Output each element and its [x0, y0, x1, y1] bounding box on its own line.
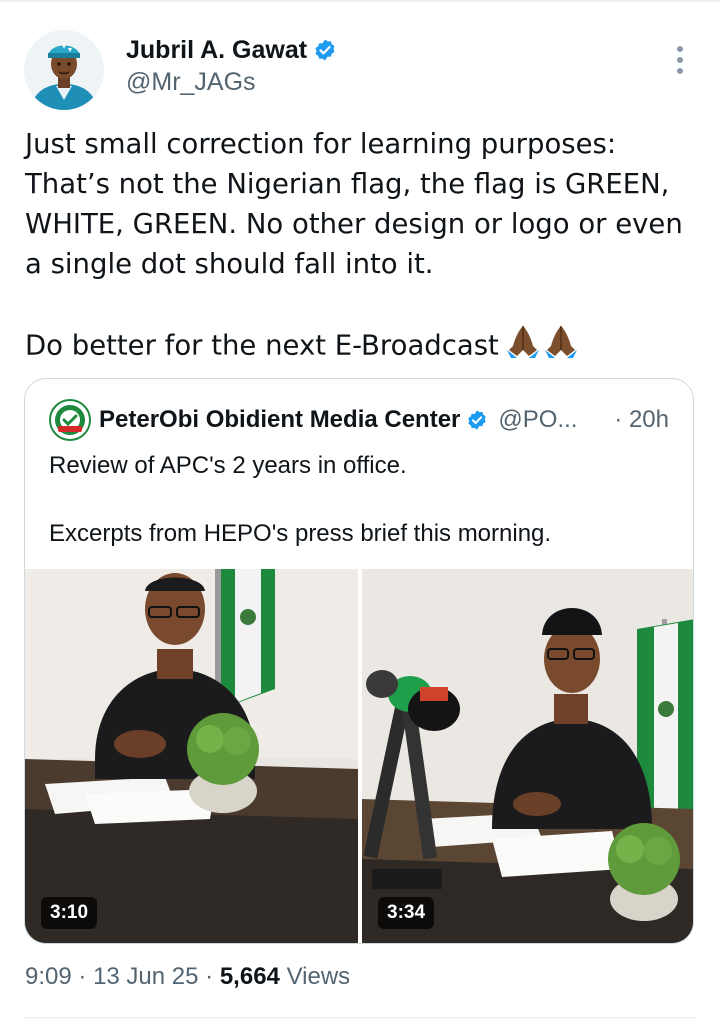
quoted-timestamp[interactable]: · 20h: [614, 403, 669, 437]
video-thumbnail-2[interactable]: 3:34: [362, 569, 693, 943]
video-duration-badge: 3:10: [41, 897, 98, 929]
author-name[interactable]: Jubril A. Gawat: [126, 34, 337, 66]
tweet-text: Just small correction for learning purpo…: [25, 124, 705, 369]
verified-badge-icon: [313, 38, 337, 62]
quoted-text: Review of APC's 2 years in office. Excer…: [49, 449, 669, 551]
tweet-container: Jubril A. Gawat @Mr_JAGs Just small corr…: [0, 0, 720, 1025]
quoted-line: Excerpts from HEPO's press brief this mo…: [49, 520, 552, 547]
bottom-divider: [24, 1017, 696, 1019]
tweet-line: a single dot should fall into it.: [25, 248, 434, 280]
quoted-avatar-logo[interactable]: [49, 399, 91, 441]
tweet-meta: 9:09 · 13 Jun 25 · 5,664 Views: [25, 960, 350, 994]
tweet-paragraph-2: Do better for the next E-Broadcast: [25, 329, 499, 362]
meta-separator: ·: [205, 963, 220, 990]
views-label: Views: [286, 963, 351, 990]
more-options-button[interactable]: [664, 40, 696, 80]
author-name-text[interactable]: Jubril A. Gawat: [126, 34, 307, 66]
tweet-line: Just small correction for learning purpo…: [25, 128, 617, 160]
quoted-author-name[interactable]: PeterObi Obidient Media Center: [99, 406, 460, 434]
tweet-date[interactable]: 13 Jun 25: [93, 963, 198, 990]
quoted-header: PeterObi Obidient Media Center @PO...: [99, 403, 577, 437]
top-divider: [0, 0, 720, 2]
quoted-tweet[interactable]: PeterObi Obidient Media Center @PO... · …: [24, 378, 694, 944]
meta-separator: ·: [78, 963, 94, 990]
verified-badge-icon: [468, 410, 487, 430]
folded-hands-emoji-icon: [505, 324, 581, 369]
tweet-line: WHITE, GREEN. No other design or logo or…: [25, 208, 683, 240]
views-count: 5,664: [219, 963, 280, 990]
quoted-line: Review of APC's 2 years in office.: [49, 452, 407, 479]
tweet-time[interactable]: 9:09: [25, 963, 72, 990]
author-avatar[interactable]: [24, 30, 104, 110]
author-handle[interactable]: @Mr_JAGs: [126, 67, 256, 97]
tweet-line-last: Do better for the next E-Broadcast: [25, 324, 705, 369]
video-thumbnail-1[interactable]: 3:10: [25, 569, 358, 943]
more-dot-icon: [677, 68, 683, 74]
more-dot-icon: [677, 46, 683, 52]
more-dot-icon: [677, 57, 683, 63]
quoted-author-handle[interactable]: @PO...: [498, 406, 577, 434]
tweet-line: That’s not the Nigerian flag, the flag i…: [25, 168, 670, 200]
video-duration-badge: 3:34: [378, 897, 435, 929]
